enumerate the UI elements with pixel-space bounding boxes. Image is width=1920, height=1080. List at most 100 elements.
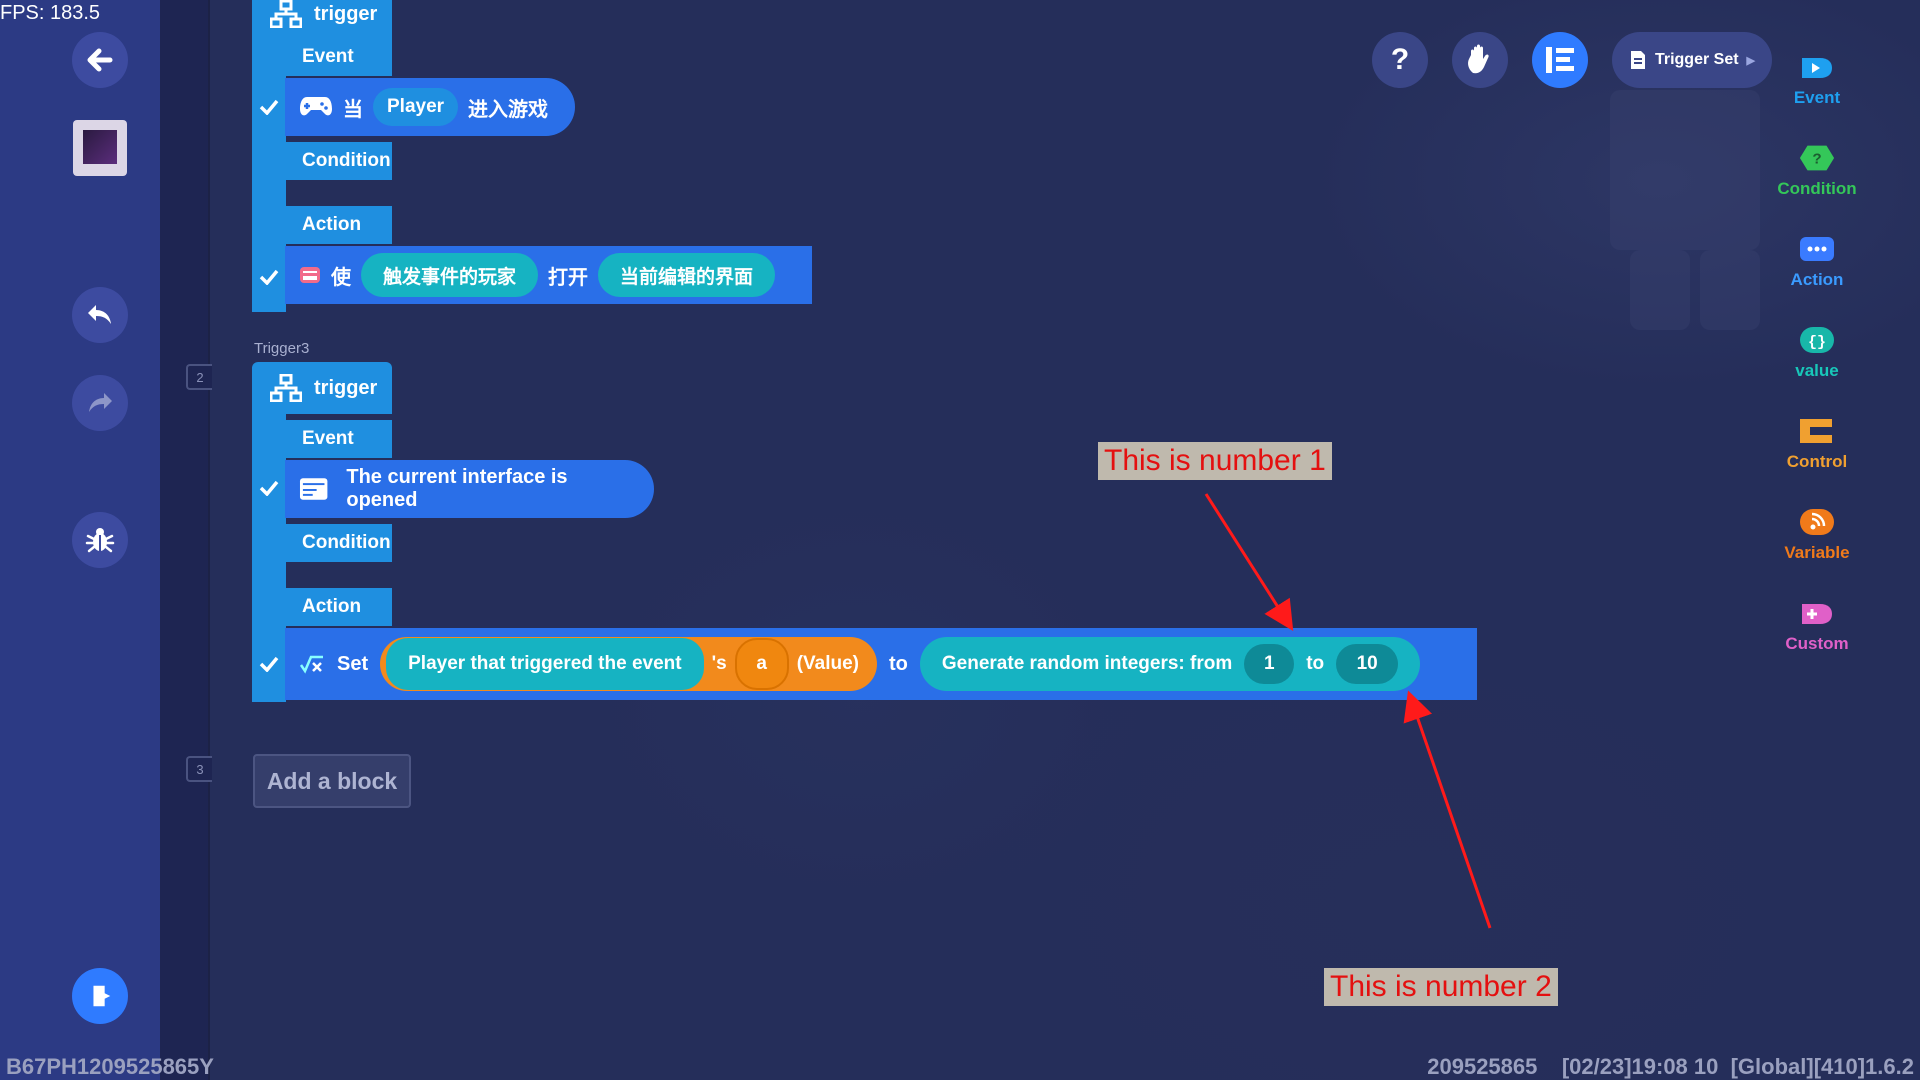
hand-tool-button[interactable] xyxy=(1452,32,1508,88)
scene-thumbnail[interactable] xyxy=(73,120,127,176)
triggering-player-pill[interactable]: Player that triggered the event xyxy=(386,638,704,690)
trigger-header-label: trigger xyxy=(314,376,378,399)
palette-custom[interactable]: Custom xyxy=(1762,598,1872,654)
random-integer-label: Generate random integers: from xyxy=(941,653,1233,674)
action-block-open-interface[interactable]: 使 触发事件的玩家 打开 当前编辑的界面 xyxy=(285,246,812,304)
window-icon xyxy=(299,478,328,500)
trigger-name: Trigger3 xyxy=(254,340,310,357)
list-icon xyxy=(1546,47,1574,73)
trigger-header[interactable]: trigger xyxy=(252,362,392,414)
svg-text:?: ? xyxy=(1812,151,1821,168)
scene-shape xyxy=(1630,250,1690,330)
possessive-text: 's xyxy=(711,653,727,674)
variable-name-pill[interactable]: a xyxy=(734,638,789,690)
event-text-enter-game: 进入游戏 xyxy=(468,98,549,121)
check-icon[interactable] xyxy=(258,477,280,499)
action-text-make: 使 xyxy=(331,266,351,289)
hierarchy-icon xyxy=(270,0,302,28)
event-block-player-enters[interactable]: 当 Player 进入游戏 xyxy=(285,78,575,136)
timeline-strip xyxy=(160,0,210,1080)
fps-counter: FPS: 183.5 xyxy=(0,2,101,24)
triggering-player-pill[interactable]: 触发事件的玩家 xyxy=(361,253,539,297)
variable-type-text: (Value) xyxy=(796,653,859,674)
action-palette-icon xyxy=(1798,234,1836,264)
check-icon[interactable] xyxy=(258,96,280,118)
run-button[interactable] xyxy=(72,968,128,1024)
list-view-button[interactable] xyxy=(1532,32,1588,88)
hand-icon xyxy=(1468,44,1489,74)
left-sidebar: FPS: 183.5 xyxy=(0,0,160,1080)
trigger-header[interactable]: trigger xyxy=(252,0,392,40)
undo-icon xyxy=(88,305,111,324)
run-flag-icon xyxy=(93,985,111,1007)
current-interface-pill[interactable]: 当前编辑的界面 xyxy=(598,253,776,297)
document-icon xyxy=(1630,51,1645,69)
undo-button[interactable] xyxy=(72,287,128,343)
redo-icon xyxy=(89,393,112,412)
action-block-set-variable[interactable]: Set Player that triggered the event 's a… xyxy=(285,628,1477,700)
condition-palette-icon: ? xyxy=(1798,143,1836,173)
player-pill[interactable]: Player xyxy=(373,88,459,126)
palette-action[interactable]: Action xyxy=(1762,234,1872,290)
palette-event[interactable]: Event xyxy=(1762,52,1872,108)
palette-label: value xyxy=(1795,361,1839,380)
action-text-set: Set xyxy=(337,652,369,675)
check-icon[interactable] xyxy=(258,266,280,288)
add-block-button[interactable]: Add a block xyxy=(253,754,411,808)
back-button[interactable] xyxy=(72,32,128,88)
control-palette-icon xyxy=(1798,416,1836,446)
palette-control[interactable]: Control xyxy=(1762,416,1872,472)
to-value-input[interactable]: 10 xyxy=(1336,644,1399,684)
trigger-header-label: trigger xyxy=(314,2,378,25)
annotation-number-1: This is number 1 xyxy=(1098,442,1332,480)
window-icon xyxy=(300,267,320,283)
svg-text:{}: {} xyxy=(1808,334,1826,351)
palette-variable[interactable]: Variable xyxy=(1762,507,1872,563)
action-section: Action xyxy=(252,588,392,626)
custom-palette-icon xyxy=(1798,598,1836,628)
build-id: B67PH1209525865Y xyxy=(6,1054,214,1079)
palette-label: Custom xyxy=(1785,634,1849,653)
action-text-to: to xyxy=(889,652,908,675)
debug-button[interactable] xyxy=(72,512,128,568)
event-block-interface-opened[interactable]: The current interface is opened xyxy=(285,460,654,518)
event-section: Event xyxy=(252,38,392,76)
variable-palette-icon xyxy=(1798,507,1836,537)
variable-reference[interactable]: Player that triggered the event 's a (Va… xyxy=(380,637,877,691)
redo-button[interactable] xyxy=(72,375,128,431)
check-icon[interactable] xyxy=(258,653,280,675)
gamepad-icon xyxy=(300,97,332,116)
caret-right-icon: ▶ xyxy=(1746,54,1756,67)
scene-shape xyxy=(1610,90,1760,250)
random-integer-block[interactable]: Generate random integers: from 1 to 10 xyxy=(919,637,1421,691)
from-value-input[interactable]: 1 xyxy=(1244,644,1295,684)
annotation-number-2: This is number 2 xyxy=(1324,968,1558,1006)
timeline-line xyxy=(208,0,210,1080)
event-text: The current interface is opened xyxy=(346,466,568,511)
palette-label: Variable xyxy=(1784,543,1850,562)
timeline-marker-3[interactable]: 3 xyxy=(186,756,212,782)
scene-shape xyxy=(1700,250,1760,330)
hierarchy-icon xyxy=(270,374,302,402)
palette-label: Condition xyxy=(1777,179,1857,198)
condition-section: Condition xyxy=(252,142,392,180)
trigger-set-button[interactable]: Trigger Set ▶ xyxy=(1612,32,1772,88)
question-icon: ? xyxy=(1390,43,1410,76)
session-info: 209525865 [02/23]19:08 10 [Global][410]1… xyxy=(1427,1054,1914,1079)
value-palette-icon: {} xyxy=(1798,325,1836,355)
condition-section: Condition xyxy=(252,524,392,562)
event-palette-icon xyxy=(1798,52,1836,82)
palette-value[interactable]: {} value xyxy=(1762,325,1872,381)
action-section: Action xyxy=(252,206,392,244)
function-icon xyxy=(299,655,323,674)
palette-label: Event xyxy=(1793,88,1841,107)
bug-icon xyxy=(85,528,115,553)
event-text-when: 当 xyxy=(343,98,363,121)
timeline-marker-2[interactable]: 2 xyxy=(186,364,212,390)
palette-label: Action xyxy=(1790,270,1844,289)
trigger-set-label: Trigger Set xyxy=(1654,51,1739,68)
help-button[interactable]: ? xyxy=(1372,32,1428,88)
palette-condition[interactable]: ? Condition xyxy=(1762,143,1872,199)
event-section: Event xyxy=(252,420,392,458)
action-text-open: 打开 xyxy=(548,266,589,289)
